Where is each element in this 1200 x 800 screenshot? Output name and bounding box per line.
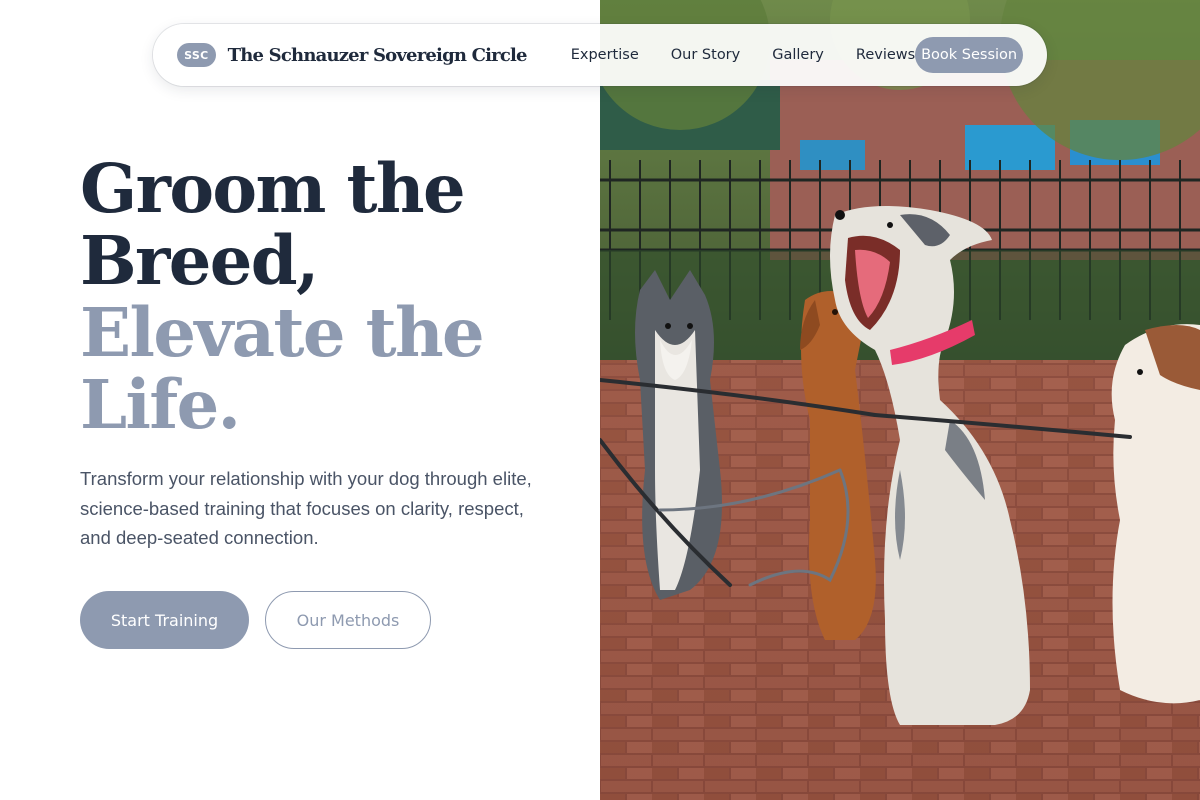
hero-description: Transform your relationship with your do… (80, 468, 532, 548)
nav-link-reviews[interactable]: Reviews (856, 47, 915, 63)
headline-line-4: Life. (80, 365, 241, 444)
headline-line-1: Groom the (80, 149, 466, 228)
headline-line-3: Elevate the (80, 293, 485, 372)
nav-link-expertise[interactable]: Expertise (571, 47, 639, 63)
hero-headline: Groom the Breed, Elevate the Life. (80, 153, 600, 441)
brand-name[interactable]: The Schnauzer Sovereign Circle (228, 45, 528, 66)
top-nav: SSC The Schnauzer Sovereign Circle Exper… (153, 24, 1047, 86)
nav-link-our-story[interactable]: Our Story (671, 47, 740, 63)
nav-link-gallery[interactable]: Gallery (772, 47, 824, 63)
nav-links: Expertise Our Story Gallery Reviews (571, 47, 915, 63)
logo-badge[interactable]: SSC (177, 43, 216, 67)
dogs-in-park-illustration (600, 0, 1200, 800)
start-training-button[interactable]: Start Training (80, 591, 249, 649)
headline-line-2: Breed, (80, 221, 319, 300)
our-methods-button[interactable]: Our Methods (265, 591, 431, 649)
hero-photo (600, 0, 1200, 800)
book-session-button[interactable]: Book Session (915, 37, 1023, 73)
